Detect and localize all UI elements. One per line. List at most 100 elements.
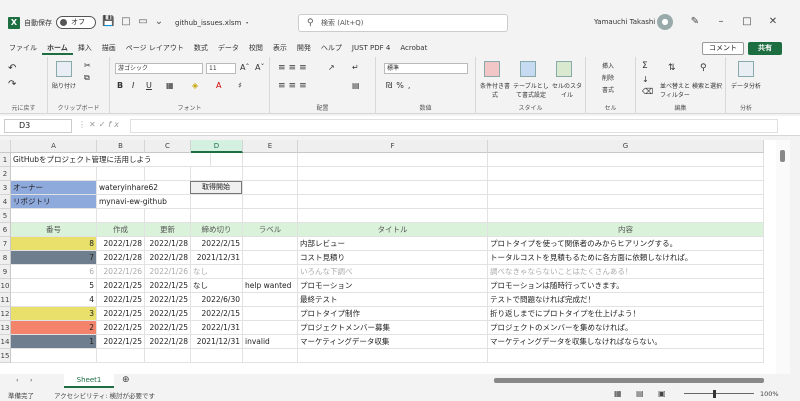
zoom-level[interactable]: 100% <box>760 390 779 398</box>
add-sheet-icon[interactable]: ⊕ <box>122 375 130 385</box>
prev-sheet-icon[interactable]: ‹ <box>16 376 19 384</box>
table-header-cell[interactable]: 更新 <box>145 223 191 237</box>
minimize-icon[interactable]: – <box>712 14 730 30</box>
redo-icon[interactable]: ↷ <box>8 79 16 90</box>
customize-chevron-icon[interactable]: ⌄ <box>153 16 165 28</box>
font-name-select[interactable]: 游ゴシック <box>115 63 203 74</box>
table-cell-label[interactable]: invalid <box>243 335 298 349</box>
table-cell-title[interactable]: 内部レビュー <box>298 237 488 251</box>
search-input[interactable]: ⚲ 検索 (Alt+Q) <box>298 14 508 32</box>
cut-icon[interactable]: ✂ <box>84 61 91 70</box>
cell-empty[interactable] <box>298 195 488 209</box>
cell-empty[interactable] <box>298 349 488 363</box>
undo-icon[interactable]: ↶ <box>8 63 16 74</box>
user-name[interactable]: Yamauchi Takashi <box>594 18 655 26</box>
vertical-align-icons[interactable]: ≡≡≡ <box>278 63 310 73</box>
table-cell-label[interactable] <box>243 307 298 321</box>
copy-icon[interactable]: ⧉ <box>84 73 90 83</box>
fetch-start-button[interactable]: 取得開始 <box>190 181 242 194</box>
table-cell-label[interactable] <box>243 265 298 279</box>
cell-empty[interactable] <box>243 153 298 167</box>
row-header[interactable]: 13 <box>0 321 11 335</box>
name-box[interactable]: D3 <box>4 119 72 133</box>
cell-empty[interactable] <box>488 181 764 195</box>
phonetic-icon[interactable]: ♯ <box>238 81 242 90</box>
table-cell-content[interactable]: トータルコストを見積もるために各方面に依頼しなければ。 <box>488 251 764 265</box>
cell-empty[interactable] <box>191 209 243 223</box>
next-sheet-icon[interactable]: › <box>30 376 33 384</box>
owner-label-cell[interactable]: オーナー <box>11 181 97 195</box>
table-cell-created[interactable]: 2022/1/28 <box>97 251 145 265</box>
cell-empty[interactable] <box>145 209 191 223</box>
table-cell-updated[interactable]: 2022/1/25 <box>145 293 191 307</box>
row-header[interactable]: 10 <box>0 279 11 293</box>
table-cell-created[interactable]: 2022/1/25 <box>97 307 145 321</box>
horizontal-align-icons[interactable]: ≡≡≡ <box>278 81 310 91</box>
row-header[interactable]: 2 <box>0 167 11 181</box>
fill-color-icon[interactable]: ◈ <box>192 81 198 90</box>
cell-empty[interactable] <box>191 349 243 363</box>
table-cell-deadline[interactable]: 2022/2/15 <box>191 307 243 321</box>
table-header-cell[interactable]: 作成 <box>97 223 145 237</box>
table-cell-num[interactable]: 6 <box>11 265 97 279</box>
table-cell-title[interactable]: 最終テスト <box>298 293 488 307</box>
cell-empty[interactable] <box>97 349 145 363</box>
italic-icon[interactable]: I <box>132 81 134 90</box>
row-header[interactable]: 8 <box>0 251 11 265</box>
table-cell-num[interactable]: 8 <box>11 237 97 251</box>
table-cell-content[interactable]: プロモーションは随時行っていきます。 <box>488 279 764 293</box>
column-header-c[interactable]: C <box>145 140 191 153</box>
zoom-slider-handle[interactable] <box>713 390 716 398</box>
table-cell-updated[interactable]: 2022/1/26 <box>145 265 191 279</box>
table-cell-title[interactable]: プロトタイプ制作 <box>298 307 488 321</box>
repo-label-cell[interactable]: リポジトリ <box>11 195 97 209</box>
wrap-text-icon[interactable]: ↵ <box>352 63 359 72</box>
formula-icons[interactable]: ⋮✕✓fx <box>78 120 122 129</box>
table-cell-updated[interactable]: 2022/1/25 <box>145 307 191 321</box>
row-header[interactable]: 11 <box>0 293 11 307</box>
cell-styles-label[interactable]: セルのスタイル <box>552 81 582 99</box>
tab-help[interactable]: ヘルプ <box>316 41 347 55</box>
cell-empty[interactable] <box>243 195 298 209</box>
table-cell-title[interactable]: いろんな下調べ <box>298 265 488 279</box>
table-cell-title[interactable]: コスト見積り <box>298 251 488 265</box>
table-cell-content[interactable]: 折り返しまでにプロトタイプを仕上げよう！ <box>488 307 764 321</box>
table-cell-deadline[interactable]: 2022/2/15 <box>191 237 243 251</box>
row-header[interactable]: 6 <box>0 223 11 237</box>
cell-empty[interactable] <box>298 209 488 223</box>
paste-icon[interactable] <box>56 61 72 77</box>
data-analysis-label[interactable]: データ分析 <box>730 81 762 90</box>
autosum-icon[interactable]: Σ <box>642 61 648 71</box>
tab-home[interactable]: ホーム <box>42 41 73 55</box>
paste-label[interactable]: 貼り付け <box>52 81 76 90</box>
clear-icon[interactable]: ⌫ <box>642 87 653 96</box>
underline-icon[interactable]: U <box>146 81 152 90</box>
tab-formulas[interactable]: 数式 <box>189 41 213 55</box>
share-button[interactable]: 共有 <box>748 42 782 55</box>
table-cell-deadline[interactable]: 2021/12/31 <box>191 335 243 349</box>
row-header[interactable]: 3 <box>0 181 11 195</box>
row-header[interactable]: 9 <box>0 265 11 279</box>
table-cell-num[interactable]: 7 <box>11 251 97 265</box>
format-table-label[interactable]: テーブルとして書式設定 <box>512 81 550 99</box>
cell-empty[interactable] <box>488 349 764 363</box>
cell-empty[interactable] <box>488 209 764 223</box>
table-cell-updated[interactable]: 2022/1/25 <box>145 279 191 293</box>
table-cell-content[interactable]: プロトタイプを使って関係者のみからヒアリングする。 <box>488 237 764 251</box>
number-format-icons[interactable]: ₪%, <box>386 81 414 90</box>
row-header[interactable]: 14 <box>0 335 11 349</box>
orientation-icon[interactable]: ↗ <box>328 63 335 72</box>
worksheet-grid[interactable]: A B C D E F G 1 2 3 4 5 6 7 8 9 10 11 12 13 14 15 GitH… <box>0 140 790 388</box>
file-name[interactable]: github_issues.xlsm ・ <box>175 18 251 28</box>
table-header-cell[interactable]: タイトル <box>298 223 488 237</box>
find-select-label[interactable]: 検索と選択 <box>692 81 722 90</box>
cell-empty[interactable] <box>243 209 298 223</box>
cell-empty[interactable] <box>145 167 191 181</box>
column-header-e[interactable]: E <box>243 140 298 153</box>
tab-file[interactable]: ファイル <box>4 41 42 55</box>
cell-empty[interactable] <box>243 349 298 363</box>
table-cell-updated[interactable]: 2022/1/28 <box>145 335 191 349</box>
cell-empty[interactable] <box>191 167 243 181</box>
insert-cells-button[interactable]: 挿入 <box>602 61 614 70</box>
cell-empty[interactable] <box>243 167 298 181</box>
